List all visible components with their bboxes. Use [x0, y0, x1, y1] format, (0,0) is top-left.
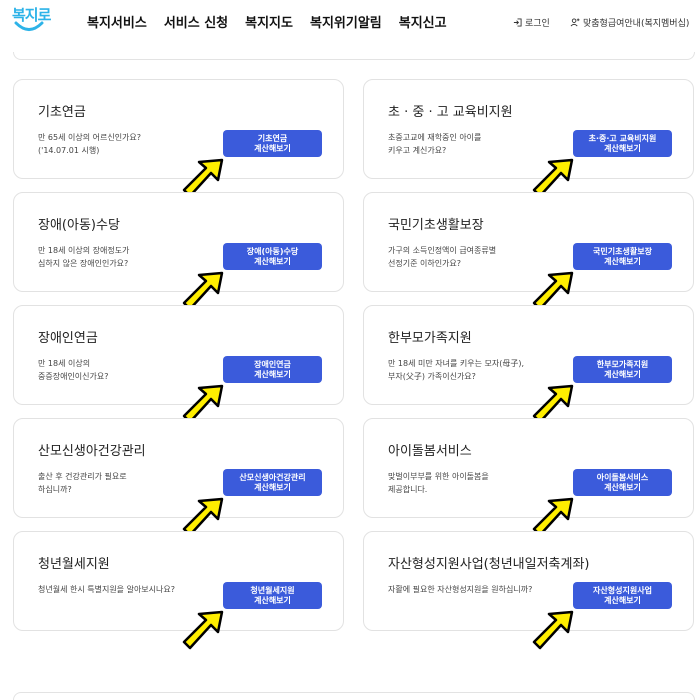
calculate-button[interactable]: 아이돌봄서비스 계산해보기: [573, 469, 672, 496]
login-label: 로그인: [525, 19, 550, 29]
calculator-card: 국민기초생활보장 가구의 소득인정액이 급여종류별 선정기준 이하인가요? 국민기초…: [363, 192, 694, 311]
button-label-calculate: 계산해보기: [604, 143, 641, 153]
next-section-edge: [13, 692, 695, 700]
card-description: 출산 후 건강관리가 필요로 하십니까?: [38, 472, 127, 494]
button-label-service: 초·중·고 교육비지원: [588, 133, 657, 143]
calculate-button[interactable]: 국민기초생활보장 계산해보기: [573, 243, 672, 270]
calculator-card: 장애인연금 만 18세 이상의 중증장애인이신가요? 장애인연금 계산해보기: [13, 305, 344, 424]
logo-smile-icon: [14, 21, 44, 31]
card-description: 초중고교에 재학중인 아이를 키우고 계신가요?: [388, 133, 482, 155]
calculate-button[interactable]: 기초연금 계산해보기: [223, 130, 322, 157]
calculator-card: 산모신생아건강관리 출산 후 건강관리가 필요로 하십니까? 산모신생아건강관리 계산…: [13, 418, 344, 537]
card-title: 자산형성지원사업(청년내일저축계좌): [388, 557, 590, 572]
login-icon: [513, 18, 522, 27]
button-label-calculate: 계산해보기: [254, 482, 291, 492]
card-title: 초 · 중 · 고 교육비지원: [388, 105, 513, 120]
card-title: 기초연금: [38, 105, 86, 120]
card-description: 만 65세 이상의 어르신인가요? ('14.07.01 시행): [38, 133, 142, 155]
calculate-button[interactable]: 자산형성지원사업 계산해보기: [573, 582, 672, 609]
membership-link[interactable]: 맞춤형급여안내(복지멤버십): [570, 16, 689, 29]
nav-welfare-report[interactable]: 복지신고: [399, 12, 447, 31]
site-header: 복지로 복지서비스 서비스 신청 복지지도 복지위기알림 복지신고 로그인 맞춤…: [0, 0, 700, 44]
calculate-button[interactable]: 장애(아동)수당 계산해보기: [223, 243, 322, 270]
site-logo[interactable]: 복지로: [10, 4, 51, 38]
button-label-calculate: 계산해보기: [254, 256, 291, 266]
button-label-service: 기초연금: [257, 133, 288, 143]
main-nav: 복지서비스 서비스 신청 복지지도 복지위기알림 복지신고: [87, 12, 464, 31]
button-label-calculate: 계산해보기: [254, 595, 291, 605]
login-link[interactable]: 로그인: [513, 16, 550, 29]
card-title: 산모신생아건강관리: [38, 444, 146, 459]
button-label-service: 장애인연금: [254, 359, 291, 369]
calculator-card: 장애(아동)수당 만 18세 이상의 장애정도가 심하지 않은 장애인인가요? 장애…: [13, 192, 344, 311]
user-icon: [570, 18, 580, 27]
card-description: 만 18세 미만 자녀를 키우는 모자(母子), 부자(父子) 가족이신가요?: [388, 359, 524, 381]
previous-section-edge: [13, 52, 695, 60]
card-title: 아이돌봄서비스: [388, 444, 472, 459]
card-title: 장애(아동)수당: [38, 218, 120, 233]
card-title: 한부모가족지원: [388, 331, 472, 346]
calculate-button[interactable]: 청년월세지원 계산해보기: [223, 582, 322, 609]
button-label-service: 국민기초생활보장: [593, 246, 652, 256]
calculate-button[interactable]: 초·중·고 교육비지원 계산해보기: [573, 130, 672, 157]
calculator-card: 자산형성지원사업(청년내일저축계좌) 자활에 필요한 자산형성지원을 원하십니까?…: [363, 531, 694, 650]
button-label-calculate: 계산해보기: [254, 369, 291, 379]
button-label-calculate: 계산해보기: [254, 143, 291, 153]
button-label-service: 자산형성지원사업: [593, 585, 652, 595]
card-description: 자활에 필요한 자산형성지원을 원하십니까?: [388, 585, 533, 594]
calculator-card: 초 · 중 · 고 교육비지원초중고교에 재학중인 아이를 키우고 계신가요? 초…: [363, 79, 694, 198]
card-description: 만 18세 이상의 장애정도가 심하지 않은 장애인인가요?: [38, 246, 130, 268]
button-label-calculate: 계산해보기: [604, 369, 641, 379]
pointer-arrow-icon: [182, 610, 224, 650]
button-label-service: 청년월세지원: [250, 585, 295, 595]
button-label-service: 아이돌봄서비스: [596, 472, 649, 482]
nav-welfare-service[interactable]: 복지서비스: [87, 12, 147, 31]
card-description: 가구의 소득인정액이 급여종류별 선정기준 이하인가요?: [388, 246, 497, 268]
card-title: 청년월세지원: [38, 557, 110, 572]
button-label-calculate: 계산해보기: [604, 595, 641, 605]
card-title: 장애인연금: [38, 331, 98, 346]
card-description: 만 18세 이상의 중증장애인이신가요?: [38, 359, 109, 381]
membership-label: 맞춤형급여안내(복지멤버십): [583, 19, 690, 29]
calculate-button[interactable]: 산모신생아건강관리 계산해보기: [223, 469, 322, 496]
pointer-arrow-icon: [532, 610, 574, 650]
nav-welfare-map[interactable]: 복지지도: [245, 12, 293, 31]
nav-crisis-alert[interactable]: 복지위기알림: [310, 12, 382, 31]
calculate-button[interactable]: 장애인연금 계산해보기: [223, 356, 322, 383]
button-label-service: 산모신생아건강관리: [239, 472, 306, 482]
calculator-card: 기초연금 만 65세 이상의 어르신인가요? ('14.07.01 시행) 기초연금…: [13, 79, 344, 198]
button-label-service: 장애(아동)수당: [246, 246, 299, 256]
calculator-card: 청년월세지원 청년월세 한시 특별지원을 알아보시나요? 청년월세지원 계산해보기: [13, 531, 344, 650]
card-title: 국민기초생활보장: [388, 218, 484, 233]
card-description: 청년월세 한시 특별지원을 알아보시나요?: [38, 585, 175, 594]
calculate-button[interactable]: 한부모가족지원 계산해보기: [573, 356, 672, 383]
card-description: 맞벌이부부를 위한 아이돌봄을 제공합니다.: [388, 472, 489, 494]
nav-service-apply[interactable]: 서비스 신청: [164, 12, 228, 31]
button-label-calculate: 계산해보기: [604, 482, 641, 492]
calculator-card: 아이돌봄서비스 맞벌이부부를 위한 아이돌봄을 제공합니다. 아이돌봄서비스 계산해보…: [363, 418, 694, 537]
button-label-service: 한부모가족지원: [596, 359, 649, 369]
button-label-calculate: 계산해보기: [604, 256, 641, 266]
calculator-card: 한부모가족지원만 18세 미만 자녀를 키우는 모자(母子), 부자(父子) 가…: [363, 305, 694, 424]
